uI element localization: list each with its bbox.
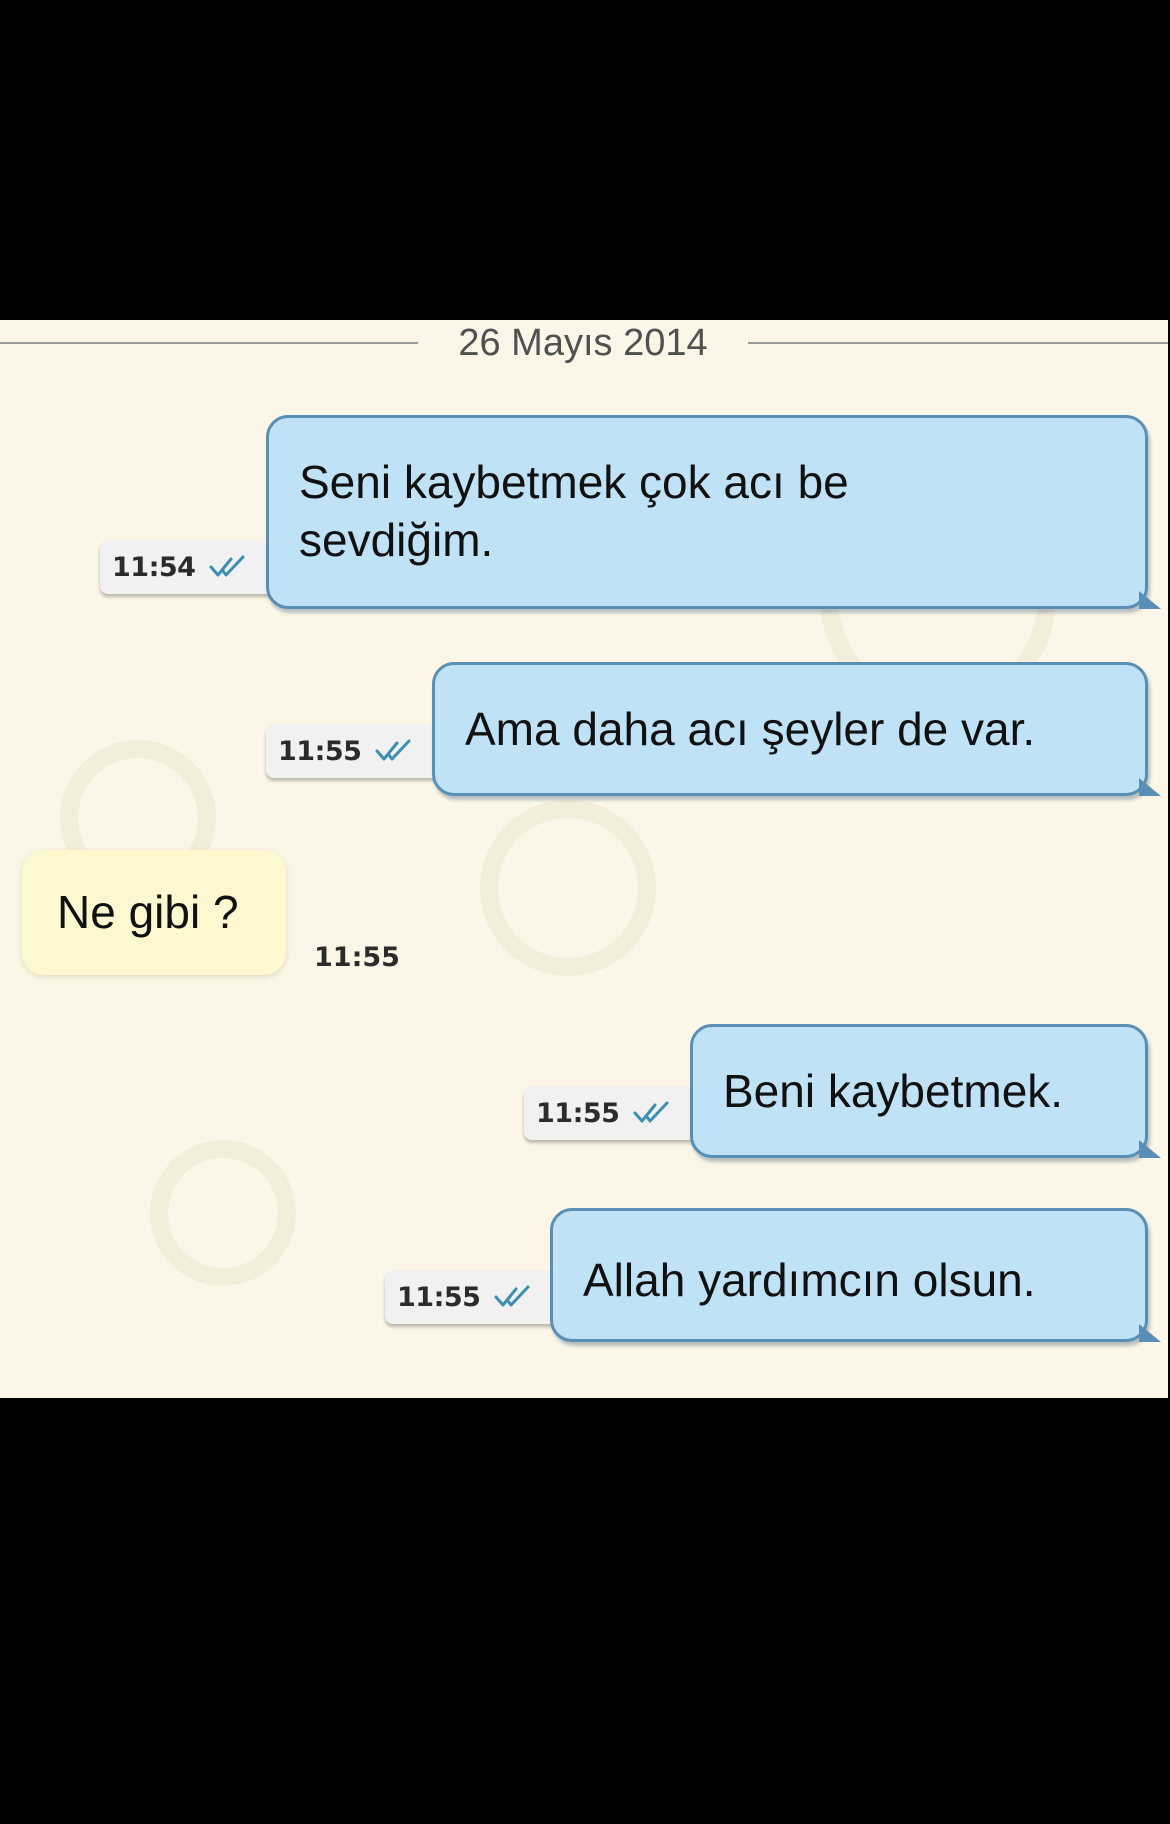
message-bubble-outgoing[interactable]: Seni kaybetmek çok acı be sevdiğim. xyxy=(266,415,1161,609)
message-time: 11:55 xyxy=(314,942,400,973)
double-check-icon xyxy=(494,1285,530,1307)
message-text: Allah yardımcın olsun. xyxy=(583,1254,1036,1306)
date-divider: 26 Mayıs 2014 xyxy=(0,320,1168,370)
divider-line xyxy=(748,342,1168,344)
message-time: 11:55 xyxy=(536,1097,620,1129)
message-text: Ne gibi ? xyxy=(57,886,239,938)
message-meta: 11:55 xyxy=(524,1086,694,1140)
message-text: Ama daha acı şeyler de var. xyxy=(465,703,1036,755)
double-check-icon xyxy=(375,739,411,761)
message-meta: 11:55 xyxy=(385,1270,555,1324)
double-check-icon xyxy=(633,1101,669,1123)
message-text: Seni kaybetmek çok acı be sevdiğim. xyxy=(299,456,849,566)
divider-line xyxy=(0,342,418,344)
date-label: 26 Mayıs 2014 xyxy=(458,322,708,364)
message-time: 11:55 xyxy=(397,1281,481,1313)
message-text: Beni kaybetmek. xyxy=(723,1065,1064,1117)
message-bubble-outgoing[interactable]: Allah yardımcın olsun. xyxy=(550,1208,1161,1342)
message-meta: 11:55 xyxy=(266,724,436,778)
message-time: 11:54 xyxy=(112,551,196,583)
message-bubble-outgoing[interactable]: Ama daha acı şeyler de var. xyxy=(432,662,1161,796)
message-bubble-incoming[interactable]: Ne gibi ? xyxy=(22,850,286,975)
message-bubble-outgoing[interactable]: Beni kaybetmek. xyxy=(690,1024,1161,1158)
message-meta: 11:54 xyxy=(100,540,270,594)
background-decoration xyxy=(150,1140,296,1286)
background-decoration xyxy=(480,800,656,976)
chat-screen: 26 Mayıs 2014 11:54 Seni kaybetmek çok a… xyxy=(0,320,1168,1398)
double-check-icon xyxy=(209,555,245,577)
message-time: 11:55 xyxy=(278,735,362,767)
